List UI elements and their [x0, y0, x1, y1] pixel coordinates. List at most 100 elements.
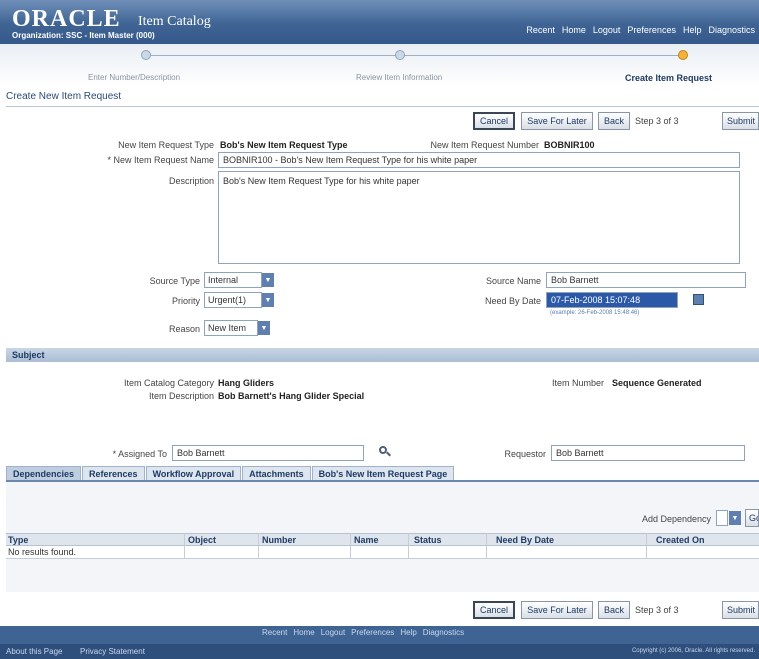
app-header: ORACLE Item Catalog Organization: SSC - …: [0, 0, 759, 44]
tab-bobs-new-item-request-page[interactable]: Bob's New Item Request Page: [311, 466, 455, 480]
description-label: Description: [168, 176, 214, 186]
app-title: Item Catalog: [138, 14, 211, 29]
requestor-label: Requestor: [504, 449, 546, 459]
tab-attachments[interactable]: Attachments: [242, 466, 311, 480]
cancel-button-bottom[interactable]: Cancel: [473, 601, 515, 619]
footer-bottom-bar: About this Page Privacy Statement Copyri…: [0, 644, 759, 659]
search-icon[interactable]: [378, 445, 392, 459]
item-catalog-category-label: Item Catalog Category: [123, 378, 214, 388]
column-divider: [258, 533, 259, 559]
column-number: Number: [262, 535, 297, 545]
item-number-value: Sequence Generated: [612, 378, 702, 388]
link-diagnostics[interactable]: Diagnostics: [708, 25, 755, 35]
train-line: [146, 55, 682, 56]
reason-label: Reason: [168, 324, 200, 334]
request-number-label: New Item Request Number: [430, 140, 539, 150]
reason-select[interactable]: New Item: [204, 320, 258, 336]
train-step-2-label[interactable]: Review Item Information: [356, 73, 442, 82]
assigned-to-label: * Assigned To: [112, 449, 167, 459]
step-indicator: Step 3 of 3: [635, 116, 679, 126]
source-name-label: Source Name: [485, 276, 541, 286]
item-description-value: Bob Barnett's Hang Glider Special: [218, 391, 365, 401]
chevron-down-icon[interactable]: ▼: [729, 511, 741, 525]
column-divider: [184, 533, 185, 559]
about-this-page-link[interactable]: About this Page: [6, 647, 62, 656]
need-by-date-hint: (example: 26-Feb-2008 15:48:46): [550, 310, 640, 316]
save-for-later-button-bottom[interactable]: Save For Later: [521, 601, 593, 619]
organization-label: Organization: SSC - Item Master (000): [12, 31, 155, 40]
source-name-input[interactable]: Bob Barnett: [546, 272, 746, 288]
step-indicator-bottom: Step 3 of 3: [635, 605, 679, 615]
train-step-3-icon: [678, 50, 688, 60]
process-train: Enter Number/Description Review Item Inf…: [0, 44, 759, 86]
request-name-label: * New Item Request Name: [107, 155, 214, 165]
go-button[interactable]: Go: [745, 509, 759, 527]
link-recent[interactable]: Recent: [526, 25, 555, 35]
train-step-3-label: Create Item Request: [625, 73, 713, 83]
column-divider: [486, 533, 487, 559]
train-step-2-icon[interactable]: [395, 50, 405, 60]
train-step-1-icon[interactable]: [141, 50, 151, 60]
footer-link-recent[interactable]: Recent: [262, 628, 287, 637]
footer-link-preferences[interactable]: Preferences: [351, 628, 394, 637]
footer-link-logout[interactable]: Logout: [321, 628, 345, 637]
request-type-value: Bob's New Item Request Type: [220, 140, 348, 150]
back-button[interactable]: Back: [598, 112, 630, 130]
global-links: Recent Home Logout Preferences Help Diag…: [526, 25, 755, 35]
priority-select[interactable]: Urgent(1): [204, 292, 262, 308]
tab-workflow-approval[interactable]: Workflow Approval: [145, 466, 242, 480]
source-type-label: Source Type: [149, 276, 200, 286]
item-number-label: Item Number: [551, 378, 604, 388]
page-title: Create New Item Request: [6, 91, 122, 102]
link-home[interactable]: Home: [562, 25, 586, 35]
tab-references[interactable]: References: [82, 466, 145, 480]
footer-link-diagnostics[interactable]: Diagnostics: [423, 628, 464, 637]
no-results-text: No results found.: [8, 547, 77, 557]
add-dependency-select[interactable]: [716, 510, 728, 526]
page-footer: Recent Home Logout Preferences Help Diag…: [0, 626, 759, 659]
chevron-down-icon[interactable]: ▼: [258, 321, 270, 335]
item-catalog-category-value: Hang Gliders: [218, 378, 275, 388]
calendar-icon[interactable]: [693, 294, 704, 305]
link-help[interactable]: Help: [683, 25, 702, 35]
request-name-input[interactable]: BOBNIR100 - Bob's New Item Request Type …: [218, 152, 740, 168]
back-button-bottom[interactable]: Back: [598, 601, 630, 619]
description-textarea[interactable]: Bob's New Item Request Type for his whit…: [218, 171, 740, 264]
request-tabs: Dependencies References Workflow Approva…: [6, 466, 759, 482]
request-type-label: New Item Request Type: [118, 140, 214, 150]
tab-dependencies[interactable]: Dependencies: [6, 466, 82, 480]
copyright-text: Copyright (c) 2006, Oracle. All rights r…: [631, 648, 755, 654]
column-type: Type: [8, 535, 29, 545]
chevron-down-icon[interactable]: ▼: [262, 273, 274, 287]
source-type-select[interactable]: Internal: [204, 272, 262, 288]
assigned-to-input[interactable]: Bob Barnett: [172, 445, 364, 461]
request-number-value: BOBNIR100: [544, 140, 595, 150]
chevron-down-icon[interactable]: ▼: [262, 293, 274, 307]
column-need-by-date: Need By Date: [496, 535, 555, 545]
oracle-logo: ORACLE: [12, 6, 121, 32]
column-name: Name: [354, 535, 379, 545]
requestor-input[interactable]: Bob Barnett: [551, 445, 745, 461]
link-preferences[interactable]: Preferences: [627, 25, 676, 35]
link-logout[interactable]: Logout: [593, 25, 621, 35]
footer-link-home[interactable]: Home: [293, 628, 314, 637]
column-status: Status: [414, 535, 442, 545]
title-divider: [6, 106, 759, 107]
add-dependency-label: Add Dependency: [641, 514, 711, 524]
cancel-button[interactable]: Cancel: [473, 112, 515, 130]
footer-link-help[interactable]: Help: [400, 628, 416, 637]
need-by-date-label: Need By Date: [484, 296, 541, 306]
column-created-on: Created On: [656, 535, 705, 545]
item-description-label: Item Description: [148, 391, 214, 401]
subject-section-header: Subject: [6, 348, 759, 362]
need-by-date-input[interactable]: 07-Feb-2008 15:07:48: [546, 292, 678, 308]
footer-links: Recent Home Logout Preferences Help Diag…: [262, 628, 464, 637]
submit-button-bottom[interactable]: Submit: [722, 601, 759, 619]
save-for-later-button[interactable]: Save For Later: [521, 112, 593, 130]
column-object: Object: [188, 535, 217, 545]
train-step-1-label[interactable]: Enter Number/Description: [88, 73, 180, 82]
submit-button[interactable]: Submit: [722, 112, 759, 130]
column-divider: [408, 533, 409, 559]
description-text: Bob's New Item Request Type for his whit…: [223, 176, 420, 186]
privacy-statement-link[interactable]: Privacy Statement: [80, 647, 145, 656]
